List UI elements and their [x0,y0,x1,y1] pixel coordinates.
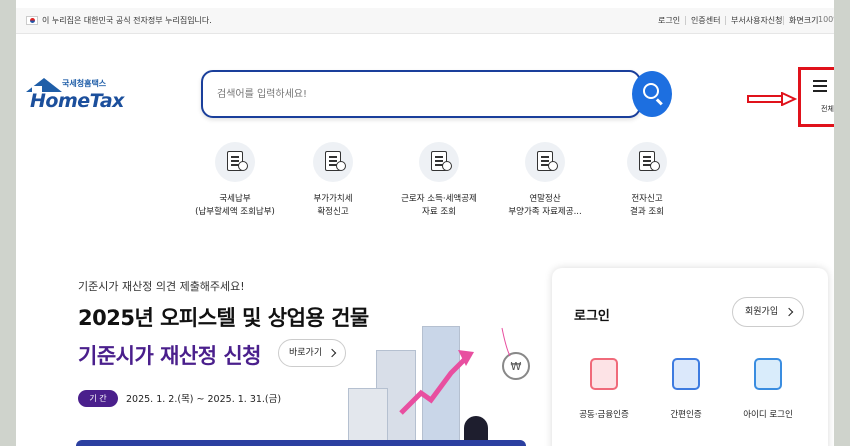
korea-flag-icon [26,16,38,25]
growth-arrow-icon [399,350,474,415]
search-box [201,70,641,118]
chevron-right-icon [327,348,337,358]
util-cert-center-link[interactable]: 인증센터 [691,15,720,26]
divider [783,16,784,25]
service-label-line2: 결과 조회 [630,207,664,217]
id-login-icon [754,358,782,390]
won-coin-icon: ₩ [501,327,530,380]
service-vat-report[interactable]: 부가가치세 확정신고 [278,142,388,232]
svg-text:₩: ₩ [511,360,522,373]
e-filing-result-icon [627,142,667,182]
full-menu-label: 전체메뉴 [821,105,834,113]
join-label: 회원가입 [745,307,779,317]
service-year-end-settlement[interactable]: 연말정산 부양가족 자료제공... [490,142,600,232]
service-label-line1: 국세납부 [219,194,251,204]
login-panel-title: 로그인 [574,309,610,324]
service-label: 근로자 소득·세액공제 자료 조회 [384,193,494,219]
login-option-id[interactable]: 아이디 로그인 [728,358,808,428]
search-input[interactable] [217,84,597,104]
tax-payment-icon [215,142,255,182]
year-end-settlement-icon [525,142,565,182]
banner-title-highlight: 기준시가 재산정 신청 [78,344,262,368]
service-worker-deduction[interactable]: 근로자 소득·세액공제 자료 조회 [384,142,494,232]
zoom-level[interactable]: 100% [818,15,834,24]
service-label-line2: 자료 조회 [422,207,456,217]
vat-report-icon [313,142,353,182]
search-icon-handle [656,98,663,106]
period-badge: 기 간 [78,390,118,407]
period-dates: 2025. 1. 2.(목) ~ 2025. 1. 31.(금) [126,394,282,405]
hometax-page: 이 누리집은 대한민국 공식 전자정부 누리집입니다. 로그인 인증센터 부서사… [16,0,834,446]
service-label-line2: 부양가족 자료제공... [508,207,582,217]
hamburger-menu-icon [813,80,827,92]
service-label-line1: 부가가치세 [313,194,353,204]
gov-utility-bar: 이 누리집은 대한민국 공식 전자정부 누리집입니다. 로그인 인증센터 부서사… [16,8,834,34]
banner-title: 2025년 오피스텔 및 상업용 건물 [78,306,369,330]
service-label-line1: 연말정산 [529,194,561,204]
gov-notice: 이 누리집은 대한민국 공식 전자정부 누리집입니다. [42,16,212,25]
service-label-line1: 근로자 소득·세액공제 [401,194,477,204]
service-label-line2: 확정신고 [317,207,349,217]
search-button[interactable] [632,71,672,117]
login-panel: 로그인 회원가입 공동·금융인증 간편인증 아이디 로그인 [552,268,828,446]
service-label: 전자신고 결과 조회 [592,193,702,219]
service-label: 부가가치세 확정신고 [278,193,388,219]
login-option-simple-auth[interactable]: 간편인증 [646,358,726,428]
divider [725,16,726,25]
login-option-label: 간편인증 [670,410,702,420]
util-dept-user-link[interactable]: 부서사용자신청 [731,15,783,26]
logo-title: HomeTax [30,90,124,112]
chevron-right-icon [784,307,794,317]
util-login-link[interactable]: 로그인 [658,15,680,26]
login-option-label: 아이디 로그인 [743,410,793,420]
search-icon [643,83,659,99]
service-label-line2: (납부할세액 조회납부) [195,207,275,217]
worker-deduction-icon [419,142,459,182]
banner-illustration: ₩ [336,318,536,446]
service-tax-payment[interactable]: 국세납부 (납부할세액 조회납부) [180,142,290,232]
simple-auth-icon [672,358,700,390]
service-label: 연말정산 부양가족 자료제공... [490,193,600,219]
banner-go-label: 바로가기 [289,348,323,358]
service-e-filing-result[interactable]: 전자신고 결과 조회 [592,142,702,232]
certificate-icon [590,358,618,390]
join-button[interactable]: 회원가입 [732,297,804,327]
banner-subtitle: 기준시가 재산정 의견 제출해주세요! [78,280,245,293]
divider [685,16,686,25]
hometax-logo[interactable]: 국세청홈택스 HomeTax [24,76,124,118]
full-menu-button[interactable]: 전체메뉴 [798,67,834,127]
red-arrow-icon [747,92,797,106]
service-label: 국세납부 (납부할세액 조회납부) [180,193,290,219]
login-option-certificate[interactable]: 공동·금융인증 [564,358,644,428]
login-option-label: 공동·금융인증 [579,410,629,420]
logo-subtitle: 국세청홈택스 [62,79,107,88]
service-label-line1: 전자신고 [631,194,663,204]
util-screen-size[interactable]: 화면크기 [789,15,818,26]
calculator-illustration [348,388,388,446]
bottom-banner-edge [76,440,526,446]
